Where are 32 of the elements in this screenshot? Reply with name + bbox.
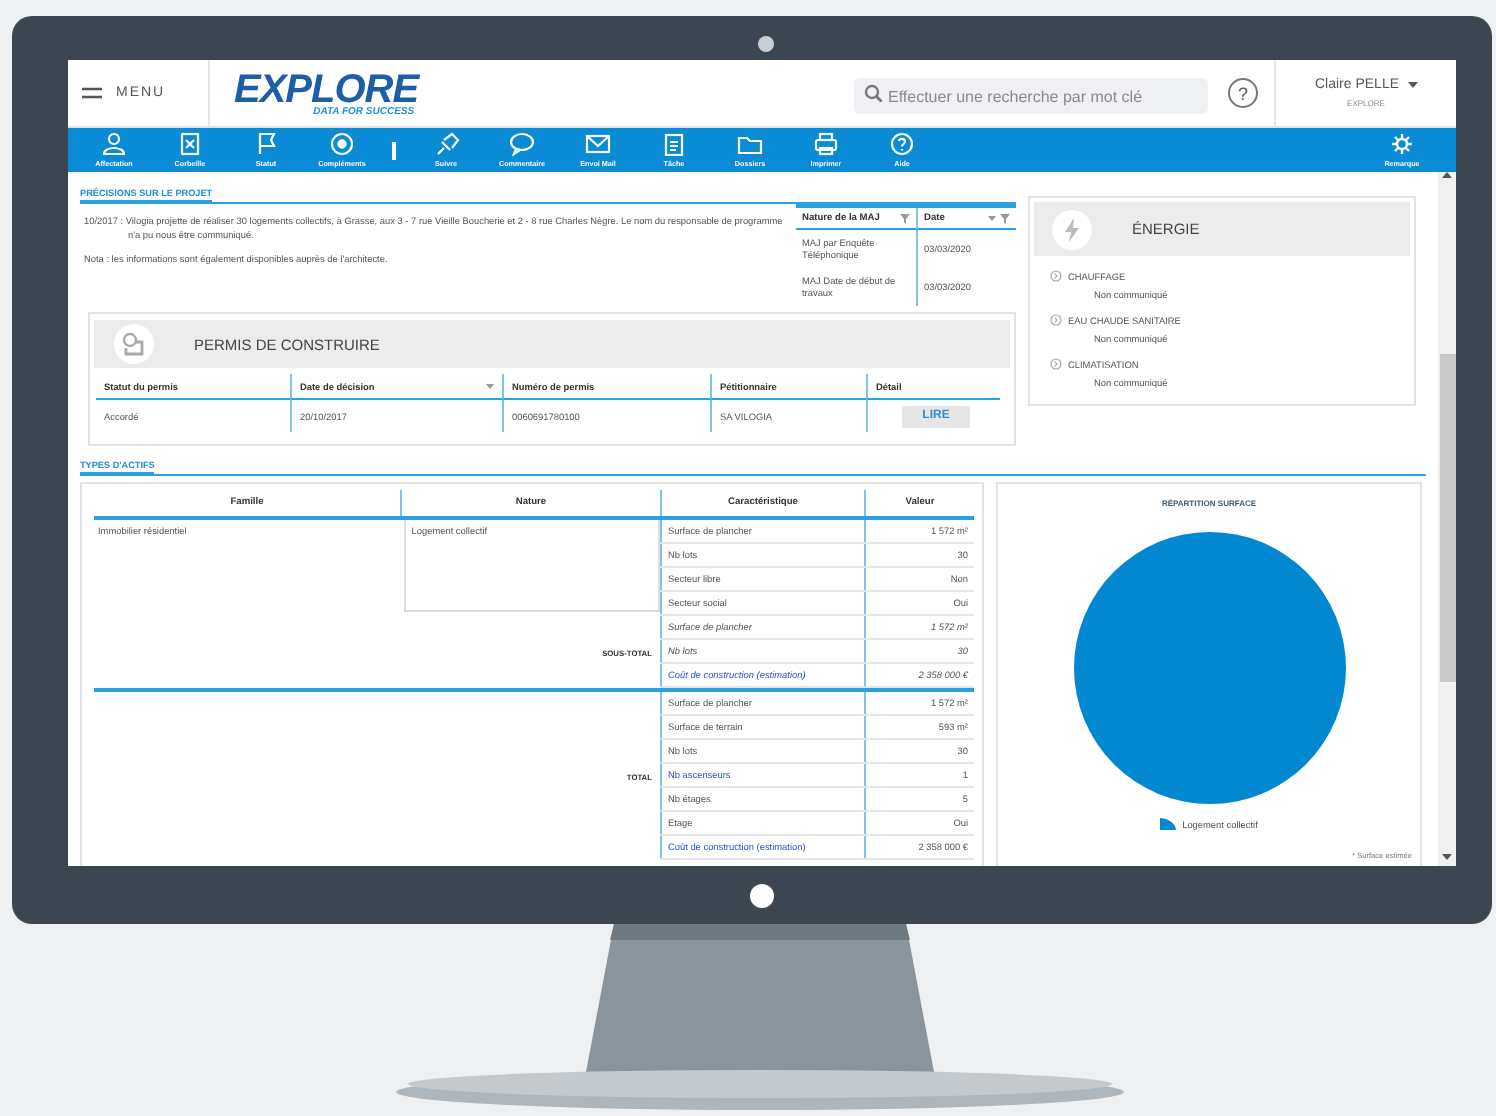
help-button[interactable]: ? bbox=[1228, 78, 1258, 108]
folder-icon bbox=[736, 132, 764, 156]
help-icon bbox=[888, 132, 916, 156]
scroll-up-arrow-icon[interactable] bbox=[1442, 172, 1452, 178]
chevron-circle-icon[interactable] bbox=[1050, 314, 1062, 326]
chevron-circle-icon[interactable] bbox=[1050, 270, 1062, 282]
clipboard-icon bbox=[660, 132, 688, 156]
power-button-icon[interactable] bbox=[748, 881, 776, 909]
scrollbar[interactable] bbox=[1438, 172, 1456, 866]
filter-icon[interactable] bbox=[900, 213, 910, 223]
pin-icon bbox=[432, 132, 460, 156]
legend-swatch-icon bbox=[1160, 818, 1177, 830]
search-field[interactable]: Effectuer une recherche par mot clé bbox=[854, 78, 1208, 114]
scroll-down-arrow-icon[interactable] bbox=[1442, 854, 1452, 860]
envelope-icon bbox=[584, 132, 612, 156]
chevron-circle-icon[interactable] bbox=[1050, 358, 1062, 370]
menu-icon bbox=[82, 86, 102, 100]
lightning-icon bbox=[1052, 209, 1092, 249]
toolbar-separator bbox=[392, 141, 396, 159]
filter-icon[interactable] bbox=[1000, 213, 1010, 223]
scrollbar-thumb[interactable] bbox=[1439, 354, 1455, 682]
gear-icon bbox=[1388, 132, 1416, 156]
speech-bubble-icon bbox=[508, 132, 536, 156]
user-icon bbox=[100, 132, 128, 156]
logo-text: EXPLORE bbox=[234, 69, 419, 109]
sort-icon[interactable] bbox=[988, 215, 996, 221]
target-icon bbox=[328, 132, 356, 156]
caret-icon[interactable] bbox=[1407, 82, 1418, 88]
sort-icon[interactable] bbox=[486, 383, 494, 389]
camera-dot bbox=[756, 34, 776, 54]
printer-icon bbox=[812, 132, 840, 156]
search-icon bbox=[864, 84, 882, 102]
